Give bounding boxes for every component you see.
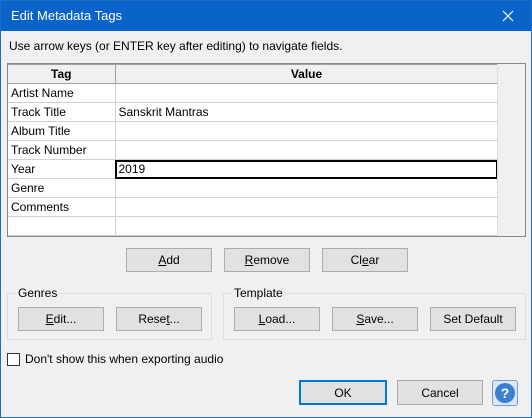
tag-cell[interactable]: Year [8, 159, 116, 179]
tag-cell[interactable]: Artist Name [8, 83, 116, 103]
clear-label-prefix: Cl [350, 253, 362, 267]
save-label-rest: ave... [364, 312, 394, 326]
column-header-value[interactable]: Value [115, 64, 499, 84]
table-row: Artist Name [8, 83, 499, 103]
remove-label-mnemonic: R [244, 253, 254, 267]
table-row: Album Title [8, 121, 499, 141]
metadata-table: Tag Value Artist Name Track Title Sanskr… [8, 64, 499, 236]
close-button[interactable] [485, 1, 531, 31]
remove-label-rest: emove [253, 253, 290, 267]
load-template-button[interactable]: Load... [234, 307, 320, 331]
title-bar: Edit Metadata Tags [1, 1, 531, 31]
cancel-button[interactable]: Cancel [397, 380, 483, 405]
value-cell[interactable]: Sanskrit Mantras [115, 102, 499, 122]
save-label-mnemonic: S [356, 312, 365, 326]
value-cell[interactable] [115, 140, 499, 160]
tag-cell[interactable]: Track Number [8, 140, 116, 160]
value-cell[interactable] [115, 121, 499, 141]
dont-show-checkbox-row[interactable]: Don't show this when exporting audio [7, 352, 223, 366]
add-label-mnemonic: A [158, 253, 167, 267]
edit-label-mnemonic: E [45, 312, 54, 326]
table-row: Comments [8, 197, 499, 217]
grid-scrollbar-area[interactable] [497, 64, 525, 236]
tag-cell[interactable]: Genre [8, 178, 116, 198]
grid-header-row: Tag Value [8, 64, 499, 84]
edit-metadata-dialog: Edit Metadata Tags Use arrow keys (or EN… [0, 0, 532, 418]
load-label-mnemonic: L [258, 312, 266, 326]
edit-label-rest: dit... [53, 312, 77, 326]
clear-button[interactable]: Cl e ar [322, 248, 408, 272]
help-button[interactable]: ? [492, 380, 518, 406]
reset-label-prefix: Rese [138, 312, 167, 326]
tag-cell[interactable]: Album Title [8, 121, 116, 141]
navigation-hint: Use arrow keys (or ENTER key after editi… [9, 39, 343, 53]
add-button[interactable]: Add [126, 248, 212, 272]
edit-genres-button[interactable]: Edit... [18, 307, 104, 331]
dont-show-checkbox[interactable] [7, 352, 20, 366]
value-cell[interactable] [115, 197, 499, 217]
value-cell[interactable] [115, 83, 499, 103]
tag-cell[interactable]: Track Title [8, 102, 116, 122]
table-row: Track Title Sanskrit Mantras [8, 102, 499, 122]
dont-show-label: Don't show this when exporting audio [25, 352, 224, 366]
value-cell-editing[interactable]: 2019 [115, 159, 499, 179]
ok-button[interactable]: OK [299, 380, 387, 405]
clear-label-mnemonic: e [361, 253, 369, 267]
table-row: Year 2019 [8, 159, 499, 179]
cancel-label: Cancel [421, 385, 459, 400]
tag-cell[interactable]: Comments [8, 197, 116, 217]
value-cell[interactable] [115, 216, 499, 236]
metadata-grid: Tag Value Artist Name Track Title Sanskr… [7, 63, 526, 237]
remove-button[interactable]: Remove [224, 248, 310, 272]
template-legend: Template [232, 286, 285, 300]
load-label-rest: oad... [265, 312, 296, 326]
column-header-tag[interactable]: Tag [8, 64, 116, 84]
reset-label-rest: ... [169, 312, 180, 326]
tag-cell[interactable] [8, 216, 116, 236]
table-row [8, 216, 499, 236]
close-icon [502, 10, 514, 22]
table-row: Track Number [8, 140, 499, 160]
value-cell[interactable] [115, 178, 499, 198]
genres-legend: Genres [16, 286, 60, 300]
window-title: Edit Metadata Tags [11, 8, 123, 23]
set-default-label: Set Default [443, 312, 503, 326]
help-icon: ? [495, 383, 515, 403]
reset-genres-button[interactable]: Rese t... [116, 307, 202, 331]
set-default-button[interactable]: Set Default [430, 307, 516, 331]
table-row: Genre [8, 178, 499, 198]
ok-label: OK [334, 385, 352, 400]
clear-label-rest: ar [368, 253, 380, 267]
save-template-button[interactable]: Save... [332, 307, 418, 331]
add-label-rest: dd [166, 253, 180, 267]
